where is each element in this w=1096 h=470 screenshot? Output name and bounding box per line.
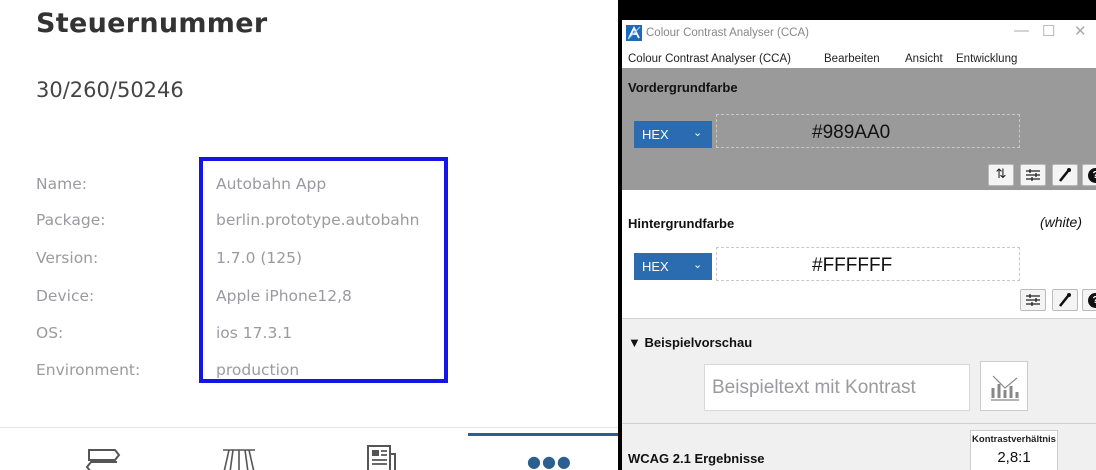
background-section: Hintergrundfarbe (white) HEX ⌄ #FFFFFF ? [622, 190, 1096, 318]
more-icon[interactable]: ●●● [527, 452, 572, 470]
results-section: WCAG 2.1 Ergebnisse Kontrastverhältnis 2… [622, 424, 1096, 470]
sample-preview: Beispieltext mit Kontrast [704, 364, 970, 411]
help-icon[interactable]: ? [1082, 164, 1096, 186]
route-icon[interactable] [83, 444, 123, 470]
contrast-ratio-box: Kontrastverhältnis 2,8:1 [970, 430, 1058, 470]
menu-app[interactable]: Colour Contrast Analyser (CCA) [628, 53, 791, 65]
menu-view[interactable]: Ansicht [905, 53, 943, 65]
help-glyph: ? [1088, 168, 1096, 183]
info-label: Environment: [36, 361, 141, 379]
sample-text: Beispieltext mit Kontrast [712, 377, 916, 398]
news-icon[interactable] [362, 444, 402, 470]
results-heading: WCAG 2.1 Ergebnisse [628, 451, 765, 466]
eyedropper-icon[interactable] [1052, 164, 1078, 186]
format-label: HEX [642, 259, 669, 274]
foreground-section: Vordergrundfarbe HEX ⌄ #989AA0 ⇅ ? [622, 68, 1096, 190]
preview-section: ▼ Beispielvorschau Beispieltext mit Kont… [622, 319, 1096, 423]
foreground-hex-value: #989AA0 [812, 122, 891, 143]
chevron-down-icon: ⌄ [693, 259, 703, 271]
background-heading: Hintergrundfarbe [628, 216, 735, 231]
background-color-name: (white) [1040, 214, 1083, 230]
background-format-select[interactable]: HEX ⌄ [634, 253, 712, 280]
roadworks-icon[interactable] [219, 444, 259, 470]
help-icon[interactable]: ? [1082, 289, 1096, 311]
foreground-heading: Vordergrundfarbe [628, 80, 738, 95]
highlight-box [199, 157, 448, 383]
app-info-screen: Steuernummer 30/260/50246 Name: Autobahn… [0, 0, 618, 470]
chevron-down-icon: ⌄ [693, 127, 703, 139]
menu-edit[interactable]: Bearbeiten [824, 53, 880, 65]
window-title: Colour Contrast Analyser (CCA) [646, 27, 809, 39]
info-label: Device: [36, 287, 95, 305]
cca-window: Colour Contrast Analyser (CCA) — ☐ ✕ Col… [622, 20, 1096, 470]
foreground-hex-input[interactable]: #989AA0 [716, 114, 1020, 148]
help-glyph: ? [1088, 293, 1096, 308]
info-label: Package: [36, 211, 106, 229]
minimize-button[interactable]: — [1014, 22, 1029, 39]
menu-development[interactable]: Entwicklung [956, 53, 1017, 65]
close-button[interactable]: ✕ [1074, 22, 1087, 40]
info-label: OS: [36, 324, 64, 342]
preview-heading[interactable]: ▼ Beispielvorschau [628, 335, 752, 350]
eyedropper-icon[interactable] [1052, 289, 1078, 311]
contrast-ratio-label: Kontrastverhältnis [972, 434, 1056, 445]
chart-icon[interactable] [980, 361, 1028, 411]
maximize-button[interactable]: ☐ [1042, 22, 1055, 40]
sliders-icon[interactable] [1020, 164, 1046, 186]
info-label: Version: [36, 249, 99, 267]
menu-bar: Colour Contrast Analyser (CCA) Bearbeite… [622, 48, 1096, 68]
info-label: Name: [36, 175, 87, 193]
swap-colors-icon[interactable]: ⇅ [988, 164, 1014, 186]
background-hex-input[interactable]: #FFFFFF [716, 247, 1020, 281]
format-label: HEX [642, 127, 669, 142]
contrast-analyser: Colour Contrast Analyser (CCA) — ☐ ✕ Col… [618, 0, 1096, 470]
cca-logo-icon [626, 25, 642, 41]
title-bar[interactable]: Colour Contrast Analyser (CCA) — ☐ ✕ [622, 20, 1096, 48]
contrast-ratio-value: 2,8:1 [997, 449, 1031, 466]
tab-bar-divider [0, 427, 618, 428]
foreground-format-select[interactable]: HEX ⌄ [634, 121, 712, 148]
page-title: Steuernummer [36, 8, 268, 39]
sliders-icon[interactable] [1020, 289, 1046, 311]
active-tab-indicator [468, 433, 618, 436]
tax-number: 30/260/50246 [36, 78, 184, 102]
background-hex-value: #FFFFFF [812, 255, 893, 276]
